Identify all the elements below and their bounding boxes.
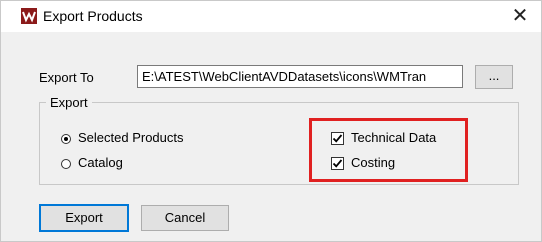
title-bar: Export Products ✕: [1, 1, 541, 32]
export-to-label: Export To: [39, 70, 94, 85]
browse-button[interactable]: ...: [475, 65, 513, 89]
radio-selected-dot: [64, 137, 68, 141]
export-group-legend: Export: [46, 95, 92, 110]
export-path-field[interactable]: E:\ATEST\WebClientAVDDatasets\icons\WMTr…: [137, 65, 463, 88]
window-title: Export Products: [43, 8, 143, 24]
app-logo-icon: [21, 8, 37, 24]
close-icon[interactable]: ✕: [507, 3, 533, 29]
highlight-box: [309, 118, 468, 182]
export-products-dialog: Export Products ✕ Export To E:\ATEST\Web…: [0, 0, 542, 242]
radio-catalog-label[interactable]: Catalog: [78, 155, 123, 170]
radio-selected-products[interactable]: [61, 134, 71, 144]
export-button[interactable]: Export: [39, 204, 129, 232]
cancel-button[interactable]: Cancel: [141, 205, 229, 231]
radio-selected-products-label[interactable]: Selected Products: [78, 130, 184, 145]
radio-catalog[interactable]: [61, 159, 71, 169]
